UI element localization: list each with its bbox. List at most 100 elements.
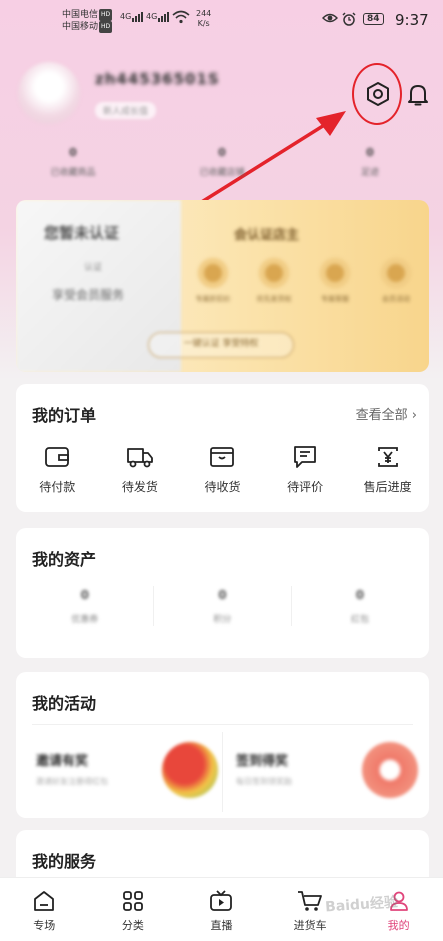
- chevron-right-icon: ›: [411, 408, 417, 423]
- truck-icon: [126, 448, 153, 468]
- comment-icon: [294, 446, 316, 468]
- order-item-label: 待收货: [204, 480, 241, 494]
- speed-unit: K/s: [197, 19, 210, 28]
- stat-value: 0: [218, 146, 226, 159]
- tab-label: 直播: [210, 919, 233, 932]
- order-item-label: 待评价: [287, 480, 324, 494]
- order-pending-receipt[interactable]: 待收货: [181, 444, 264, 495]
- settings-hexagon-icon: [367, 82, 389, 106]
- divider: [222, 732, 223, 812]
- calendar-gift-icon: [362, 742, 418, 798]
- hd-badge: HD: [99, 9, 113, 21]
- asset-red-packets[interactable]: 0 红包: [291, 588, 429, 625]
- order-after-sales[interactable]: 售后进度: [346, 444, 429, 495]
- user-stats: 0 已收藏商品 0 已收藏店铺 0 足迹: [15, 146, 429, 190]
- divider: [153, 586, 154, 626]
- activity-invite[interactable]: 邀请有奖 邀请好友注册得红包: [32, 732, 222, 812]
- asset-value: 0: [80, 588, 89, 602]
- perk-label: 会员活动: [382, 295, 410, 303]
- network-type-2: 4G: [146, 12, 158, 21]
- orders-title: 我的订单: [32, 406, 97, 425]
- network-speed: 244 K/s: [196, 9, 211, 29]
- stat-value: 0: [69, 146, 77, 159]
- asset-label: 优惠券: [71, 615, 99, 625]
- user-level-badge[interactable]: 新人成长值: [95, 102, 157, 119]
- certify-button[interactable]: 一键认证 享受特权: [148, 332, 294, 358]
- order-status-list: 待付款 待发货 待收货 待评价 售后进度: [16, 444, 429, 495]
- signal-icon: [132, 12, 143, 22]
- divider: [291, 586, 292, 626]
- stat-favorite-goods[interactable]: 0 已收藏商品: [33, 146, 113, 178]
- order-item-label: 售后进度: [363, 480, 412, 494]
- settings-button[interactable]: [362, 78, 394, 110]
- activities-title: 我的活动: [32, 694, 97, 713]
- stat-label: 足迹: [360, 168, 379, 178]
- asset-points[interactable]: 0 积分: [154, 588, 292, 625]
- perk-item: 专属折扣价: [188, 258, 238, 304]
- box-icon: [210, 447, 235, 467]
- home-icon: [34, 891, 55, 911]
- red-envelope-icon: [162, 742, 218, 798]
- asset-coupons[interactable]: 0 优惠券: [16, 588, 154, 625]
- cert-title: 您暂未认证: [44, 224, 120, 242]
- perk-icon: [259, 258, 289, 288]
- wallet-icon: [45, 447, 70, 467]
- view-all-orders-link[interactable]: 查看全部 ›: [356, 404, 417, 423]
- activities-card: 我的活动 邀请有奖 邀请好友注册得红包 签到得奖 每日签到领奖励: [16, 672, 429, 818]
- asset-label: 红包: [350, 615, 369, 625]
- avatar[interactable]: [18, 62, 80, 124]
- order-pending-review[interactable]: 待评价: [264, 444, 347, 495]
- stat-favorite-shops[interactable]: 0 已收藏店铺: [182, 146, 262, 178]
- asset-list: 0 优惠券 0 积分 0 红包: [16, 588, 429, 625]
- tab-label: 进货车: [293, 919, 327, 932]
- signal-icon: [158, 12, 169, 22]
- status-bar: 中国电信 HD 中国移动 HD 4G 4G 244 K/s 84 9:37: [0, 0, 443, 44]
- tab-label: 分类: [121, 919, 144, 932]
- activity-checkin[interactable]: 签到得奖 每日签到领奖励: [232, 732, 422, 812]
- orders-card: 我的订单 查看全部 › 待付款 待发货 待收货 待评价 售后进度: [16, 384, 429, 512]
- tab-live[interactable]: 直播: [177, 878, 266, 941]
- order-item-label: 待发货: [121, 480, 158, 494]
- carrier-2: 中国移动: [62, 22, 99, 32]
- activity-subtitle: 邀请好友注册得红包: [36, 777, 108, 786]
- carrier-1: 中国电信: [62, 10, 99, 20]
- tv-icon: [210, 890, 233, 911]
- stat-footprint[interactable]: 0 足迹: [330, 146, 410, 178]
- tab-home[interactable]: 专场: [0, 878, 89, 941]
- tab-category[interactable]: 分类: [89, 878, 178, 941]
- cart-icon: [298, 891, 322, 911]
- username: zh44536501S: [95, 70, 220, 88]
- activity-subtitle: 每日签到领奖励: [236, 777, 292, 786]
- hd-badge: HD: [99, 21, 113, 33]
- cert-sub: 认证: [84, 263, 103, 273]
- activity-title: 邀请有奖: [36, 754, 89, 769]
- divider: [32, 724, 413, 725]
- perk-icon: [381, 258, 411, 288]
- order-item-label: 待付款: [39, 480, 76, 494]
- stat-value: 0: [366, 146, 374, 159]
- perks-title: 会认证店主: [234, 228, 300, 243]
- network-type-1: 4G: [120, 12, 132, 21]
- carrier-info: 中国电信 HD 中国移动 HD: [62, 9, 113, 33]
- grid-icon: [122, 891, 143, 911]
- order-pending-payment[interactable]: 待付款: [16, 444, 99, 495]
- battery-indicator: 84: [363, 13, 384, 25]
- alarm-icon: [342, 12, 356, 26]
- perk-label: 专属折扣价: [195, 295, 231, 303]
- perk-label: 优先发货权: [256, 295, 292, 303]
- notification-button[interactable]: [404, 80, 432, 110]
- membership-banner[interactable]: 您暂未认证 认证 享受会员服务 会认证店主 专属折扣价 优先发货权 专属客服 会…: [16, 200, 429, 372]
- speed-value: 244: [196, 9, 212, 18]
- activity-title: 签到得奖: [236, 754, 289, 769]
- assets-title: 我的资产: [32, 550, 97, 569]
- asset-label: 积分: [213, 615, 232, 625]
- perk-icon: [198, 258, 228, 288]
- eye-comfort-icon: [322, 13, 338, 23]
- bell-icon: [408, 85, 428, 106]
- asset-value: 0: [355, 588, 365, 602]
- order-pending-shipment[interactable]: 待发货: [99, 444, 182, 495]
- asset-value: 0: [218, 588, 227, 602]
- stat-label: 已收藏店铺: [199, 168, 245, 178]
- services-title: 我的服务: [32, 852, 97, 871]
- tab-label: 我的: [387, 919, 410, 932]
